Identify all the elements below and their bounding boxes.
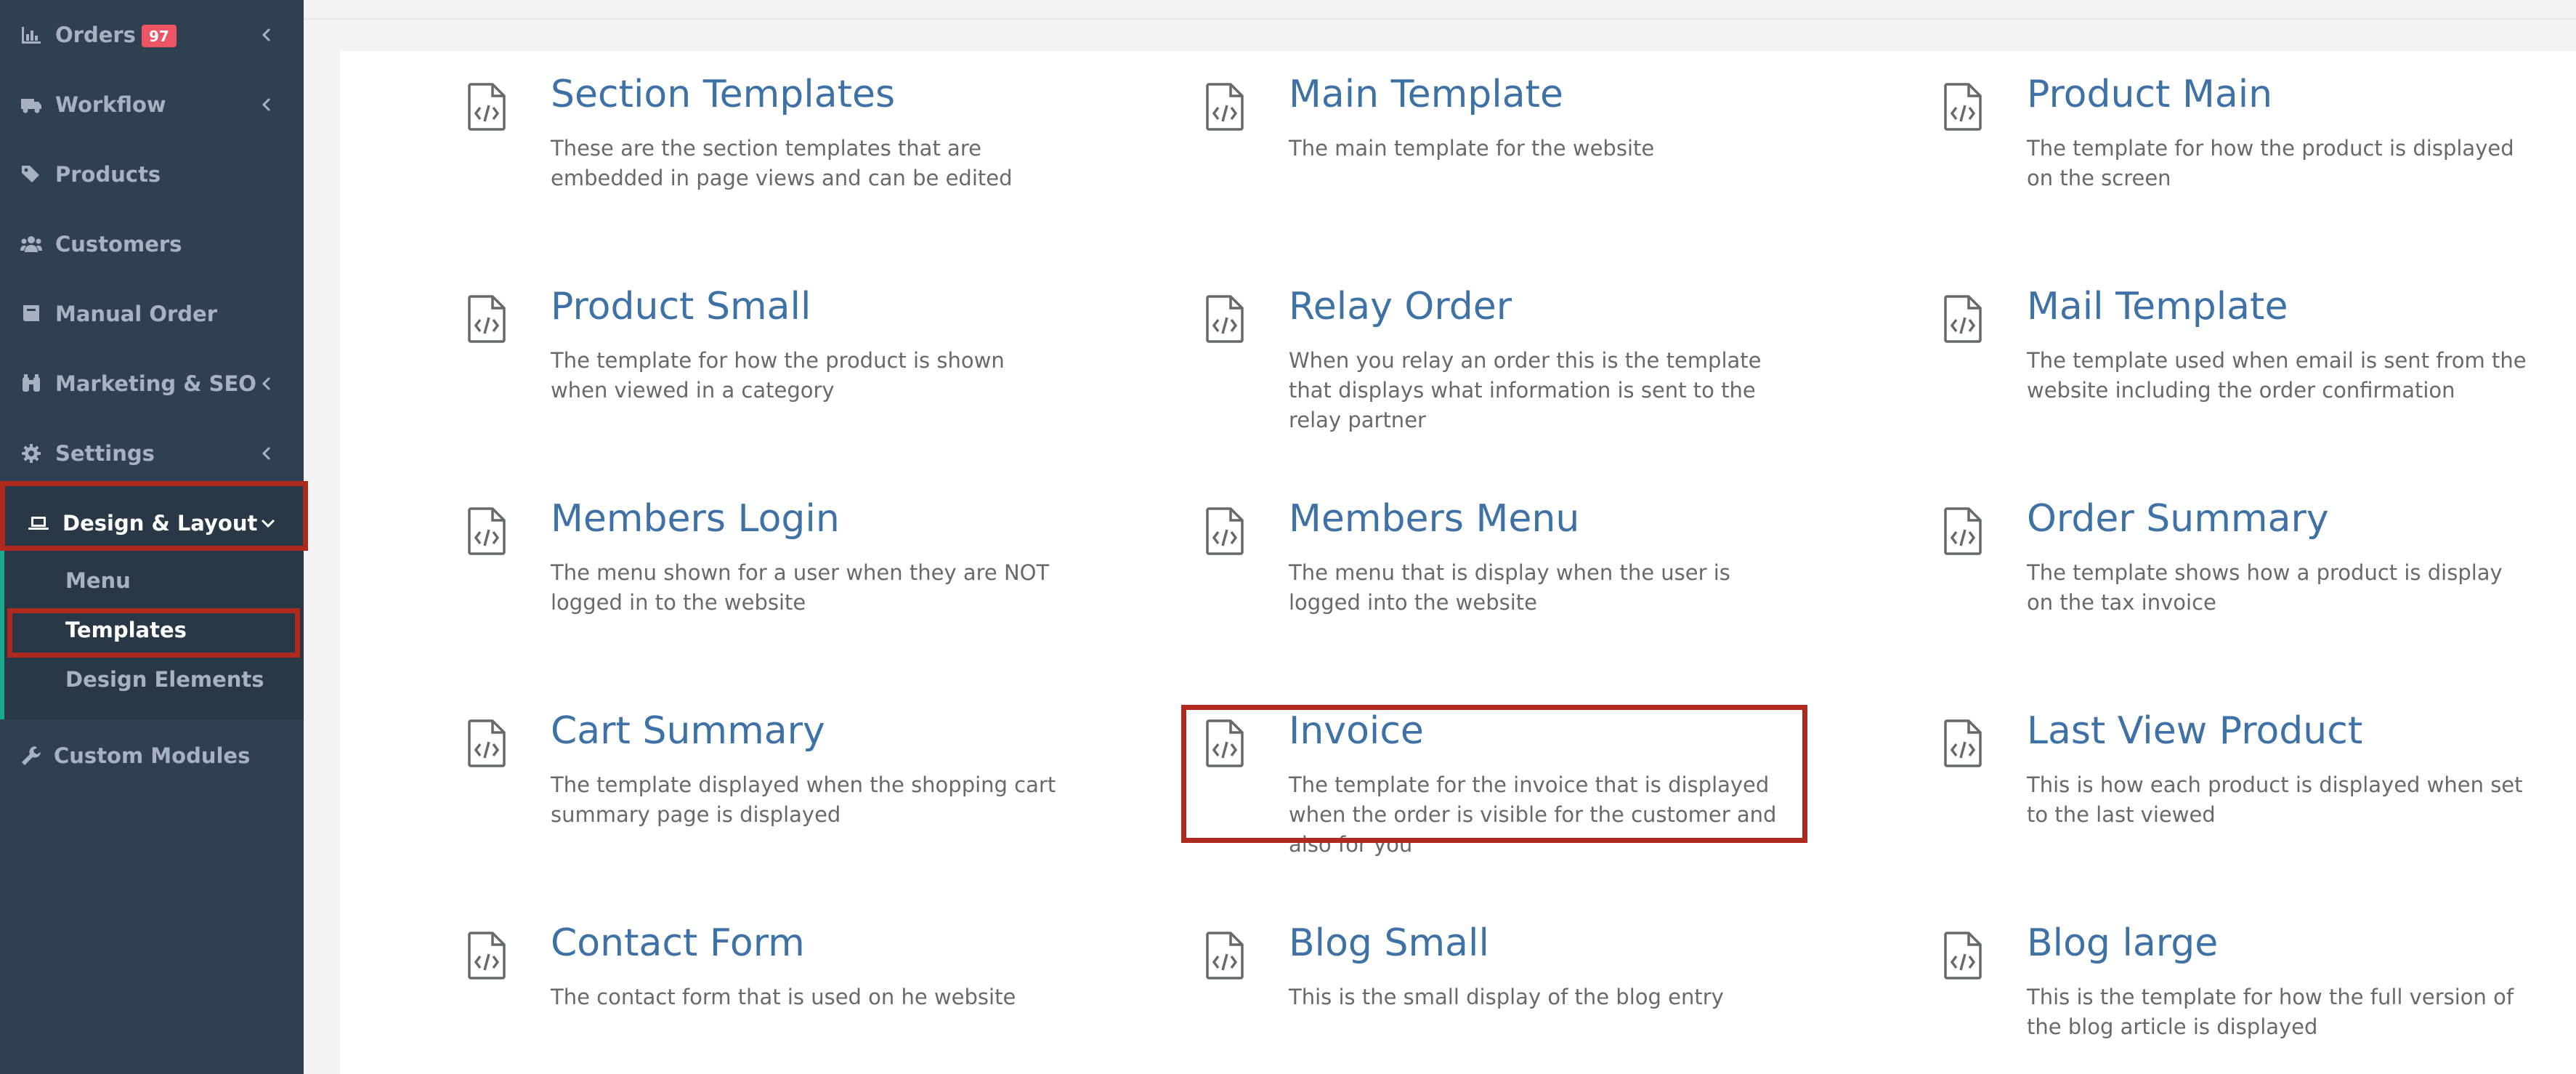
file-code-icon bbox=[468, 932, 506, 980]
template-title-link[interactable]: Members Login bbox=[551, 497, 840, 541]
sidebar-item-manual-order[interactable]: Manual Order bbox=[0, 279, 304, 349]
file-code-icon bbox=[1206, 719, 1244, 767]
template-tile[interactable]: Members Login The menu shown for a user w… bbox=[468, 475, 1049, 650]
file-code-icon bbox=[468, 295, 506, 343]
sidebar-subitem-design-elements[interactable]: Design Elements bbox=[65, 667, 264, 692]
template-description: This is the small display of the blog en… bbox=[1289, 985, 1724, 1009]
template-tile[interactable]: Members Menu The menu that is display whe… bbox=[1206, 475, 1787, 650]
sidebar-item-customers[interactable]: Customers bbox=[0, 209, 304, 279]
bar-chart-icon bbox=[19, 23, 44, 47]
template-tile[interactable]: Blog large This is the template for how t… bbox=[1944, 900, 2525, 1074]
template-title-link[interactable]: Blog Small bbox=[1289, 921, 1489, 965]
template-title-link[interactable]: Mail Template bbox=[2027, 285, 2288, 328]
chevron-left-icon bbox=[259, 97, 275, 113]
template-title-link[interactable]: Blog large bbox=[2027, 921, 2218, 965]
template-description: The menu shown for a user when they are … bbox=[551, 560, 1050, 615]
binoculars-icon bbox=[19, 371, 44, 396]
template-title-link[interactable]: Product Small bbox=[551, 285, 811, 328]
template-title-link[interactable]: Invoice bbox=[1289, 709, 1424, 753]
file-code-icon bbox=[1206, 83, 1244, 131]
sidebar-item-marketing-seo[interactable]: Marketing & SEO bbox=[0, 349, 304, 419]
sidebar-subitem-menu[interactable]: Menu bbox=[65, 568, 131, 593]
file-code-icon bbox=[1944, 295, 1982, 343]
sidebar-item-design-layout[interactable]: Design & Layout bbox=[0, 488, 304, 558]
sidebar-subitem-templates[interactable]: Templates bbox=[65, 618, 187, 642]
template-title-link[interactable]: Order Summary bbox=[2027, 497, 2329, 541]
laptop-icon bbox=[26, 511, 51, 536]
tags-icon bbox=[19, 162, 44, 187]
top-navbar bbox=[304, 0, 2576, 20]
chevron-left-icon bbox=[259, 376, 275, 392]
template-description: The template shows how a product is disp… bbox=[2027, 560, 2503, 615]
template-title-link[interactable]: Contact Form bbox=[551, 921, 805, 965]
template-tile[interactable]: Main Template The main template for the w… bbox=[1206, 51, 1787, 225]
template-tile[interactable]: Product Small The template for how the pr… bbox=[468, 263, 1049, 437]
template-description: The template for how the product is disp… bbox=[2027, 136, 2514, 190]
template-tile[interactable]: Product Main The template for how the pro… bbox=[1944, 51, 2525, 225]
template-description: The contact form that is used on he webs… bbox=[551, 985, 1016, 1009]
template-tile[interactable]: Cart Summary The template displayed when … bbox=[468, 687, 1056, 862]
sidebar-item-workflow[interactable]: Workflow bbox=[0, 70, 304, 140]
file-code-icon bbox=[1206, 295, 1244, 343]
users-icon bbox=[19, 232, 44, 257]
template-title-link[interactable]: Main Template bbox=[1289, 73, 1563, 116]
template-title-link[interactable]: Last View Product bbox=[2027, 709, 2362, 753]
template-tile[interactable]: Last View Product This is how each produc… bbox=[1944, 687, 2525, 862]
template-description: The menu that is display when the user i… bbox=[1289, 560, 1730, 615]
gear-icon bbox=[19, 441, 44, 466]
sidebar-item-label: Settings bbox=[55, 441, 155, 466]
template-tile[interactable]: Contact Form The contact form that is use… bbox=[468, 900, 1049, 1074]
template-tile[interactable]: Mail Template The template used when emai… bbox=[1944, 263, 2527, 437]
file-code-icon bbox=[1944, 83, 1982, 131]
chevron-down-icon bbox=[260, 515, 276, 531]
template-tile[interactable]: Invoice The template for the invoice that… bbox=[1206, 687, 1787, 862]
chevron-left-icon bbox=[259, 445, 275, 461]
template-title-link[interactable]: Relay Order bbox=[1289, 285, 1512, 328]
file-code-icon bbox=[468, 507, 506, 555]
template-title-link[interactable]: Members Menu bbox=[1289, 497, 1579, 541]
templates-panel: Section Templates These are the section t… bbox=[340, 51, 2576, 1074]
truck-icon bbox=[19, 92, 44, 117]
sidebar-item-label: Customers bbox=[55, 232, 182, 257]
sidebar-item-label: Orders bbox=[55, 22, 136, 47]
sidebar: Orders 97 Workflow Products Customers Man… bbox=[0, 0, 308, 1074]
sidebar-item-label: Products bbox=[55, 162, 161, 187]
book-icon bbox=[19, 302, 44, 326]
template-description: The main template for the website bbox=[1289, 136, 1655, 161]
file-code-icon bbox=[1944, 719, 1982, 767]
sidebar-item-orders[interactable]: Orders 97 bbox=[0, 0, 304, 70]
chevron-left-icon bbox=[259, 27, 275, 43]
template-title-link[interactable]: Section Templates bbox=[551, 73, 895, 116]
sidebar-item-label: Custom Modules bbox=[54, 743, 251, 768]
template-tile[interactable]: Blog Small This is the small display of t… bbox=[1206, 900, 1787, 1074]
sidebar-item-label: Manual Order bbox=[55, 302, 218, 326]
template-description: This is the template for how the full ve… bbox=[2027, 985, 2514, 1039]
file-code-icon bbox=[468, 719, 506, 767]
file-code-icon bbox=[468, 83, 506, 131]
template-description: The template displayed when the shopping… bbox=[551, 772, 1056, 827]
template-tile[interactable]: Relay Order When you relay an order this … bbox=[1206, 263, 1787, 437]
template-tile[interactable]: Order Summary The template shows how a pr… bbox=[1944, 475, 2525, 650]
template-tile[interactable]: Section Templates These are the section t… bbox=[468, 51, 1049, 225]
template-description: The template for the invoice that is dis… bbox=[1289, 772, 1777, 857]
file-code-icon bbox=[1206, 507, 1244, 555]
file-code-icon bbox=[1206, 932, 1244, 980]
template-description: When you relay an order this is the temp… bbox=[1289, 348, 1762, 432]
template-description: The template for how the product is show… bbox=[551, 348, 1005, 403]
template-description: These are the section templates that are… bbox=[551, 136, 1013, 190]
sidebar-item-label: Design & Layout bbox=[62, 511, 258, 536]
sidebar-item-products[interactable]: Products bbox=[0, 140, 304, 209]
wrench-icon bbox=[19, 743, 44, 768]
template-description: This is how each product is displayed wh… bbox=[2027, 772, 2523, 827]
template-title-link[interactable]: Product Main bbox=[2027, 73, 2272, 116]
sidebar-item-settings[interactable]: Settings bbox=[0, 419, 304, 488]
sidebar-item-label: Workflow bbox=[55, 92, 166, 117]
sidebar-item-custom-modules[interactable]: Custom Modules bbox=[0, 721, 304, 791]
template-description: The template used when email is sent fro… bbox=[2027, 348, 2527, 403]
sidebar-item-label: Marketing & SEO bbox=[55, 371, 256, 396]
file-code-icon bbox=[1944, 932, 1982, 980]
template-title-link[interactable]: Cart Summary bbox=[551, 709, 825, 753]
orders-count-badge: 97 bbox=[141, 25, 177, 48]
file-code-icon bbox=[1944, 507, 1982, 555]
